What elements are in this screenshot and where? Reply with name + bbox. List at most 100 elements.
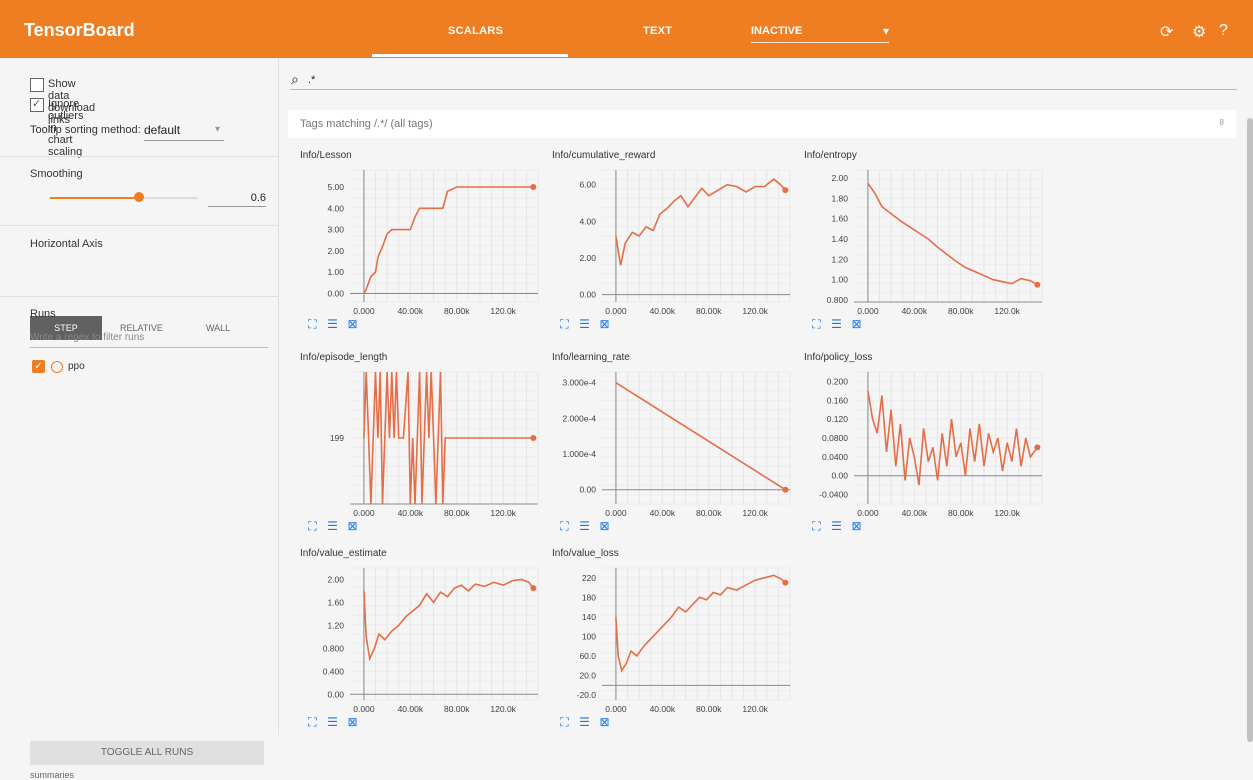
chart-card: Info/episode_length 0.000 40.00k 80.00k 120.… bbox=[300, 352, 552, 543]
toggle-log-scale-icon[interactable]: ☰ bbox=[326, 520, 339, 533]
expand-icon[interactable]: ⛶ bbox=[306, 716, 319, 729]
divider bbox=[0, 156, 278, 157]
fit-domain-icon[interactable]: ⊠ bbox=[850, 318, 863, 331]
runs-filter-input[interactable]: Write a regex to filter runs bbox=[30, 332, 268, 348]
smoothing-input[interactable]: 0.6 bbox=[208, 192, 266, 207]
tab-text[interactable]: TEXT bbox=[643, 25, 672, 37]
y-tick-label: 5.00 bbox=[327, 182, 344, 192]
fit-domain-icon[interactable]: ⊠ bbox=[598, 318, 611, 331]
chart-svg: 0.000 40.00k 80.00k 120.0k 0.00 1.00 2.00 3.00 4… bbox=[327, 169, 539, 316]
y-tick-label: 0.160 bbox=[827, 395, 849, 405]
expand-icon[interactable]: ⛶ bbox=[306, 318, 319, 331]
expand-icon[interactable]: ⛶ bbox=[558, 520, 571, 533]
expand-icon[interactable]: ⛶ bbox=[306, 520, 319, 533]
series-end-point bbox=[782, 579, 789, 586]
toggle-log-scale-icon[interactable]: ☰ bbox=[578, 520, 591, 533]
expand-icon[interactable]: ⛶ bbox=[558, 716, 571, 729]
y-tick-label: 0.00 bbox=[579, 290, 596, 300]
gear-icon[interactable]: ⚙ bbox=[1192, 22, 1206, 42]
y-tick-label: 1.20 bbox=[327, 620, 344, 630]
fit-domain-icon[interactable]: ⊠ bbox=[346, 520, 359, 533]
caret-down-icon: ▾ bbox=[882, 24, 889, 38]
chart-svg: 0.000 40.00k 80.00k 120.0k 0.800 1.00 1.20 1.40… bbox=[827, 169, 1043, 316]
x-tick-label: 80.00k bbox=[696, 508, 722, 518]
x-tick-label: 80.00k bbox=[696, 704, 722, 714]
chart-icons-row: ⛶ ☰ ⊠ bbox=[810, 318, 870, 332]
y-tick-label: 2.00 bbox=[327, 246, 344, 256]
chart-icons-row: ⛶ ☰ ⊠ bbox=[306, 716, 366, 730]
fit-domain-icon[interactable]: ⊠ bbox=[598, 716, 611, 729]
chart-svg: 0.000 40.00k 80.00k 120.0k 0.00 0.400 0.800 1.2… bbox=[323, 567, 539, 714]
toggle-log-scale-icon[interactable]: ☰ bbox=[326, 716, 339, 729]
toggle-log-scale-icon[interactable]: ☰ bbox=[830, 318, 843, 331]
toggle-log-scale-icon[interactable]: ☰ bbox=[326, 318, 339, 331]
chart-card: Info/policy_loss 0.000 40.00k 80.00k 120.0k -… bbox=[804, 352, 1056, 543]
y-tick-label: 0.0800 bbox=[822, 433, 848, 443]
series-line bbox=[615, 178, 787, 266]
scrollbar[interactable] bbox=[1247, 118, 1253, 742]
toggle-log-scale-icon[interactable]: ☰ bbox=[578, 318, 591, 331]
series-end-point bbox=[1034, 281, 1041, 288]
chart-icons-row: ⛶ ☰ ⊠ bbox=[306, 318, 366, 332]
inactive-dropdown[interactable]: INACTIVE ▾ bbox=[751, 20, 889, 43]
series-line bbox=[615, 382, 786, 491]
help-icon[interactable]: ? bbox=[1219, 22, 1228, 40]
search-underline bbox=[290, 89, 1237, 90]
y-tick-label: 0.00 bbox=[831, 471, 848, 481]
fit-domain-icon[interactable]: ⊠ bbox=[850, 520, 863, 533]
ignore-outliers-checkbox[interactable] bbox=[30, 97, 44, 112]
chart-card: Info/learning_rate 0.000 40.00k 80.00k 120.0… bbox=[552, 352, 804, 543]
series-line bbox=[363, 186, 534, 294]
run-checkbox[interactable]: ✓ bbox=[32, 360, 45, 373]
x-tick-label: 120.0k bbox=[490, 306, 516, 316]
tags-matching-bar: Tags matching /.*/ (all tags) 8 bbox=[288, 110, 1236, 138]
chart-card: Info/value_estimate 0.000 40.00k 80.00k 120.… bbox=[300, 548, 552, 739]
expand-icon[interactable]: ⛶ bbox=[810, 520, 823, 533]
smoothing-slider-fill bbox=[50, 197, 139, 199]
toggle-log-scale-icon[interactable]: ☰ bbox=[830, 520, 843, 533]
show-download-links-checkbox[interactable] bbox=[30, 78, 44, 92]
tooltip-sorting-label: Tooltip sorting method: bbox=[30, 124, 141, 136]
y-tick-label: 199 bbox=[330, 433, 344, 443]
y-tick-label: 0.00 bbox=[327, 288, 344, 298]
y-tick-label: 0.800 bbox=[323, 643, 345, 653]
y-tick-label: 4.00 bbox=[327, 203, 344, 213]
y-tick-label: 2.000e-4 bbox=[562, 413, 596, 423]
expand-icon[interactable]: ⛶ bbox=[558, 318, 571, 331]
top-app-bar: TensorBoard SCALARS TEXT INACTIVE ▾ ⟳ ⚙ … bbox=[0, 0, 1253, 58]
series-end-point bbox=[782, 187, 789, 194]
active-tab-underline bbox=[372, 54, 568, 57]
x-tick-label: 0.000 bbox=[605, 508, 627, 518]
sidebar: Show data download links Ignore outliers… bbox=[0, 58, 279, 780]
y-tick-label: 2.00 bbox=[831, 173, 848, 183]
y-tick-label: 1.20 bbox=[831, 254, 848, 264]
chart-card: Info/entropy 0.000 40.00k 80.00k 120.0k 0.800… bbox=[804, 150, 1056, 341]
x-tick-label: 80.00k bbox=[696, 306, 722, 316]
toggle-all-runs-button[interactable]: TOGGLE ALL RUNS bbox=[30, 741, 264, 765]
series-line bbox=[363, 371, 534, 505]
tooltip-sorting-select[interactable]: default ▾ bbox=[144, 122, 224, 141]
main-content: ⌕ .* Tags matching /.*/ (all tags) 8 Inf… bbox=[278, 58, 1253, 742]
fit-domain-icon[interactable]: ⊠ bbox=[346, 318, 359, 331]
series-line bbox=[615, 574, 786, 673]
series-end-point bbox=[530, 585, 537, 592]
x-tick-label: 40.00k bbox=[902, 508, 928, 518]
toggle-log-scale-icon[interactable]: ☰ bbox=[578, 716, 591, 729]
fit-domain-icon[interactable]: ⊠ bbox=[598, 520, 611, 533]
y-tick-label: 0.00 bbox=[327, 689, 344, 699]
fit-domain-icon[interactable]: ⊠ bbox=[346, 716, 359, 729]
tab-scalars[interactable]: SCALARS bbox=[448, 25, 503, 37]
smoothing-slider-thumb[interactable] bbox=[133, 192, 144, 202]
chart-card: Info/value_loss 0.000 40.00k 80.00k 120.0k -2… bbox=[552, 548, 804, 739]
y-tick-label: 1.60 bbox=[327, 597, 344, 607]
run-color-circle bbox=[51, 361, 63, 373]
expand-icon[interactable]: ⛶ bbox=[810, 318, 823, 331]
chart-icons-row: ⛶ ☰ ⊠ bbox=[558, 716, 618, 730]
x-tick-label: 80.00k bbox=[444, 508, 470, 518]
chart-svg: 0.000 40.00k 80.00k 120.0k -20.0 20.0 60.0 100 1… bbox=[577, 567, 791, 714]
x-tick-label: 80.00k bbox=[948, 508, 974, 518]
refresh-icon[interactable]: ⟳ bbox=[1160, 22, 1173, 42]
y-tick-label: 1.60 bbox=[831, 214, 848, 224]
regex-filter-input[interactable]: .* bbox=[308, 74, 315, 86]
x-tick-label: 80.00k bbox=[444, 704, 470, 714]
